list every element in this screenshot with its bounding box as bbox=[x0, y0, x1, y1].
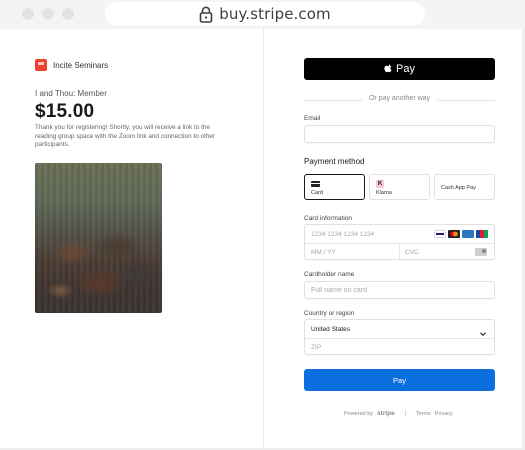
merchant-header[interactable]: Incite Seminars bbox=[35, 59, 108, 71]
card-icon bbox=[311, 181, 320, 187]
payment-tab-cash-app-pay[interactable]: Cash App Pay bbox=[434, 174, 495, 200]
window-minimize-dot[interactable] bbox=[42, 8, 54, 20]
cvc-input[interactable]: CVC bbox=[405, 249, 419, 256]
merchant-name: Incite Seminars bbox=[53, 60, 109, 70]
chevron-down-icon[interactable] bbox=[479, 325, 487, 337]
card-info-group: 1234 1234 1234 1234 MM / YY CVC bbox=[304, 224, 495, 260]
email-field[interactable] bbox=[304, 125, 495, 143]
visa-icon bbox=[434, 230, 446, 238]
klarna-icon: K bbox=[376, 180, 384, 188]
stripe-logo[interactable]: stripe bbox=[377, 410, 395, 417]
expiry-input[interactable]: MM / YY bbox=[311, 249, 336, 256]
browser-toolbar: buy.stripe.com bbox=[0, 0, 525, 29]
card-brands bbox=[434, 230, 488, 238]
zip-input[interactable]: ZIP bbox=[311, 344, 321, 351]
product-description: Thank you for registering! Shortly, you … bbox=[35, 124, 216, 148]
payment-tab-label: Klarna bbox=[376, 190, 392, 196]
privacy-link[interactable]: Privacy bbox=[435, 411, 453, 417]
pay-button[interactable]: Pay bbox=[304, 369, 495, 391]
merchant-logo-icon bbox=[35, 59, 47, 71]
payment-tab-label: Card bbox=[311, 190, 323, 196]
cardholder-name-field[interactable] bbox=[304, 281, 495, 299]
apple-icon bbox=[384, 64, 392, 73]
or-divider: Or pay another way bbox=[304, 95, 495, 105]
card-info-label: Card information bbox=[304, 215, 353, 222]
window-close-dot[interactable] bbox=[22, 8, 34, 20]
card-box-divider-vertical bbox=[399, 243, 400, 260]
apple-pay-button[interactable]: Pay bbox=[304, 58, 495, 80]
jcb-icon bbox=[476, 230, 488, 238]
address-bar[interactable]: buy.stripe.com bbox=[105, 2, 425, 26]
mastercard-icon bbox=[448, 230, 460, 238]
country-box-divider bbox=[305, 338, 494, 339]
product-price: $15.00 bbox=[35, 101, 95, 122]
product-name: I and Thou: Member bbox=[35, 89, 107, 98]
or-line-left bbox=[304, 100, 362, 101]
window-maximize-dot[interactable] bbox=[62, 8, 74, 20]
checkout-footer: Powered by stripe Terms Privacy bbox=[344, 410, 453, 417]
or-text: Or pay another way bbox=[368, 95, 431, 102]
payment-tab-label: Cash App Pay bbox=[441, 185, 476, 191]
cvc-icon bbox=[475, 248, 487, 256]
pay-button-label: Pay bbox=[393, 375, 406, 385]
product-image bbox=[35, 163, 162, 313]
payment-method-title: Payment method bbox=[304, 157, 365, 166]
payment-tab-klarna[interactable]: K Klarna bbox=[369, 174, 430, 200]
or-line-right bbox=[437, 100, 495, 101]
country-label: Country or region bbox=[304, 310, 355, 317]
cardholder-label: Cardholder name bbox=[304, 271, 355, 278]
panel-divider bbox=[263, 29, 264, 450]
country-select[interactable]: United States bbox=[311, 326, 350, 333]
amex-icon bbox=[462, 230, 474, 238]
powered-by-text: Powered by bbox=[344, 410, 374, 417]
url-text: buy.stripe.com bbox=[219, 5, 331, 23]
apple-pay-label: Pay bbox=[396, 63, 415, 75]
terms-link[interactable]: Terms bbox=[416, 411, 431, 417]
lock-icon bbox=[199, 6, 213, 23]
card-number-input[interactable]: 1234 1234 1234 1234 bbox=[311, 231, 374, 238]
email-label: Email bbox=[304, 115, 321, 122]
payment-tab-card[interactable]: Card bbox=[304, 174, 365, 200]
footer-separator bbox=[404, 410, 406, 417]
country-zip-group: United States ZIP bbox=[304, 319, 495, 355]
